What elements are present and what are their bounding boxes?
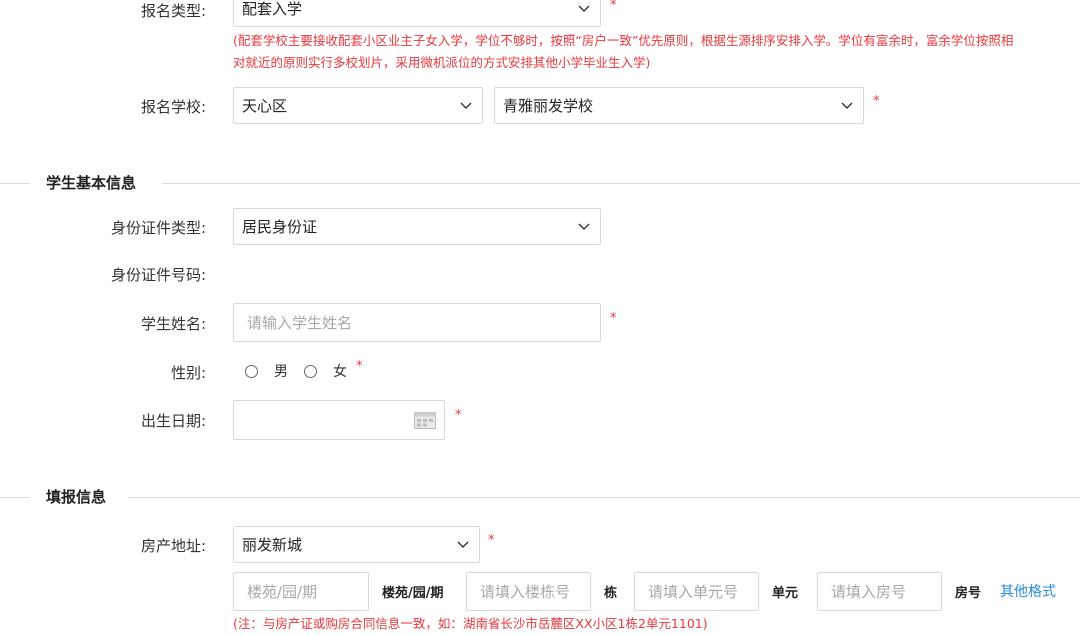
district-select[interactable]: 天心区 [233,87,483,124]
enroll-type-label: 报名类型: [140,2,206,20]
enroll-type-note: (配套学校主要接收配套小区业主子女入学，学位不够时，按照“房户一致”优先原则，根… [233,33,1014,70]
section-divider [128,497,1080,498]
required-mark: * [488,533,495,548]
required-mark: * [873,94,880,109]
gender-label: 性别: [170,364,206,382]
student-section-title: 学生基本信息 [46,174,137,192]
chevron-down-icon [578,5,590,12]
student-name-label: 学生姓名: [140,315,206,333]
estate-input[interactable] [233,572,369,611]
building-unit-label: 栋 [604,586,618,601]
estate-unit-label: 楼苑/园/期 [382,586,444,601]
id-type-value: 居民身份证 [242,218,318,236]
enroll-type-select[interactable]: 配套入学 [233,0,601,27]
required-mark: * [455,408,462,423]
address-value: 丽发新城 [242,536,303,554]
chevron-down-icon [457,541,469,548]
room-input[interactable] [817,572,942,611]
school-value: 青雅丽发学校 [503,97,594,115]
section-divider [0,497,30,498]
chevron-down-icon [460,102,472,109]
chevron-down-icon [578,223,590,230]
section-divider [0,183,30,184]
required-mark: * [610,311,617,326]
school-select[interactable]: 青雅丽发学校 [494,87,864,124]
fill-section-title: 填报信息 [46,488,107,506]
building-input[interactable] [466,572,591,611]
student-name-input[interactable] [233,303,601,342]
birth-date-input[interactable] [233,400,445,440]
chevron-down-icon [841,102,853,109]
gender-radio-female[interactable] [304,365,317,378]
gender-radio-male[interactable] [245,365,258,378]
id-type-select[interactable]: 居民身份证 [233,208,601,245]
address-label: 房产地址: [140,537,206,555]
birth-date-label: 出生日期: [140,412,206,430]
district-value: 天心区 [242,97,288,115]
room-unit-label: 房号 [955,586,982,601]
other-format-link[interactable]: 其他格式 [1000,581,1056,601]
enroll-type-value: 配套入学 [242,0,303,18]
gender-option-female: 女 [333,364,347,380]
required-mark: * [610,0,617,13]
school-label: 报名学校: [140,98,206,116]
id-number-label: 身份证件号码: [110,266,206,284]
unit-unit-label: 单元 [772,586,799,601]
section-divider [162,183,1080,184]
required-mark: * [356,359,363,374]
calendar-icon[interactable] [414,412,436,429]
gender-option-male: 男 [274,364,288,380]
address-select[interactable]: 丽发新城 [233,526,480,563]
unit-input[interactable] [634,572,759,611]
address-note: (注：与房产证或购房合同信息一致，如：湖南省长沙市岳麓区XX小区1栋2单元110… [233,616,708,631]
id-type-label: 身份证件类型: [110,219,206,237]
